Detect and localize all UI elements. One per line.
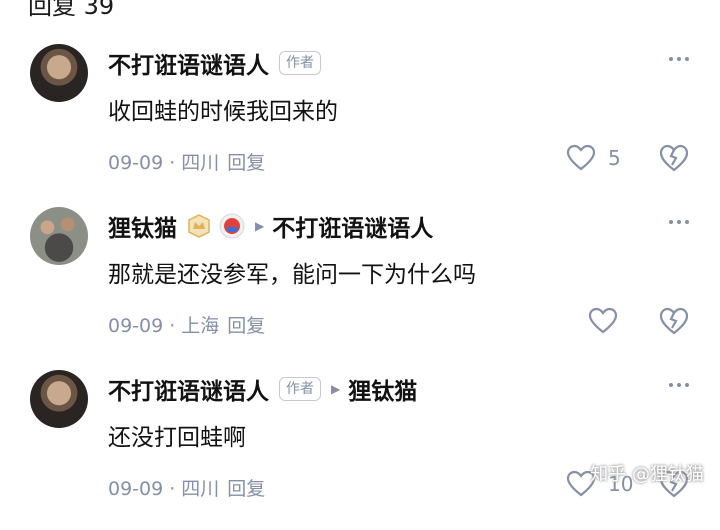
author-badge: 作者 — [279, 51, 321, 75]
watermark: 知乎 @狸钛猫 — [590, 464, 704, 485]
like-button[interactable]: 5 — [566, 144, 621, 172]
reply-arrow-icon: ▶ — [255, 219, 265, 233]
heart-icon — [588, 307, 618, 334]
avatar[interactable] — [30, 370, 88, 428]
comment-item: 狸钛猫 ▶ 不打诳语谜语人 那就是还没参军，能问一下为什么吗 09-09 · 上海回… — [0, 207, 720, 367]
author-badge: 作者 — [279, 377, 321, 401]
heart-icon — [566, 144, 596, 171]
more-options-icon[interactable] — [668, 382, 690, 388]
level-badge-icon — [188, 214, 210, 238]
avatar[interactable] — [30, 207, 88, 265]
comment-header: 狸钛猫 ▶ 不打诳语谜语人 — [108, 209, 433, 243]
comment-date: 09-09 — [108, 478, 164, 500]
author-name[interactable]: 狸钛猫 — [108, 209, 177, 243]
comment-item: 不打诳语谜语人 作者 收回蛙的时候我回来的 09-09 · 四川 回复 5 — [0, 44, 720, 204]
comment-text: 还没打回蛙啊 — [108, 425, 246, 451]
like-button[interactable] — [588, 307, 630, 335]
author-name[interactable]: 不打诳语谜语人 — [108, 372, 269, 406]
like-count: 5 — [608, 146, 621, 170]
comment-text: 收回蛙的时候我回来的 — [108, 99, 338, 125]
comment-text: 那就是还没参军，能问一下为什么吗 — [108, 262, 476, 288]
reply-arrow-icon: ▶ — [331, 382, 341, 396]
comment-meta: 09-09 · 上海 回复 — [108, 311, 265, 338]
more-options-icon[interactable] — [668, 56, 690, 62]
meta-separator: · — [169, 152, 176, 174]
comment-location: 四川 — [181, 152, 220, 174]
comment-location: 四川 — [181, 478, 220, 500]
comment-item: 不打诳语谜语人 作者 ▶ 狸钛猫 还没打回蛙啊 09-09 · 四川 回复 10 — [0, 370, 720, 530]
reply-button[interactable]: 回复 — [227, 152, 265, 174]
comment-location: 上海 — [181, 315, 220, 337]
more-options-icon[interactable] — [668, 219, 690, 225]
meta-separator: · — [169, 478, 176, 500]
dislike-icon[interactable] — [658, 306, 690, 336]
comment-meta: 09-09 · 四川 回复 — [108, 474, 265, 501]
avatar[interactable] — [30, 44, 88, 102]
reply-to-name[interactable]: 狸钛猫 — [348, 372, 417, 406]
reply-to-name[interactable]: 不打诳语谜语人 — [272, 209, 433, 243]
comment-date: 09-09 — [108, 315, 164, 337]
reply-button[interactable]: 回复 — [227, 478, 265, 500]
author-name[interactable]: 不打诳语谜语人 — [108, 46, 269, 80]
comment-meta: 09-09 · 四川 回复 — [108, 148, 265, 175]
meta-separator: · — [169, 315, 176, 337]
dislike-icon[interactable] — [658, 143, 690, 173]
comment-header: 不打诳语谜语人 作者 ▶ 狸钛猫 — [108, 372, 417, 406]
medal-icon — [219, 213, 245, 239]
comment-date: 09-09 — [108, 152, 164, 174]
comment-header: 不打诳语谜语人 作者 — [108, 46, 321, 80]
reply-count-header: 回复 39 — [28, 0, 115, 20]
reply-button[interactable]: 回复 — [227, 315, 265, 337]
